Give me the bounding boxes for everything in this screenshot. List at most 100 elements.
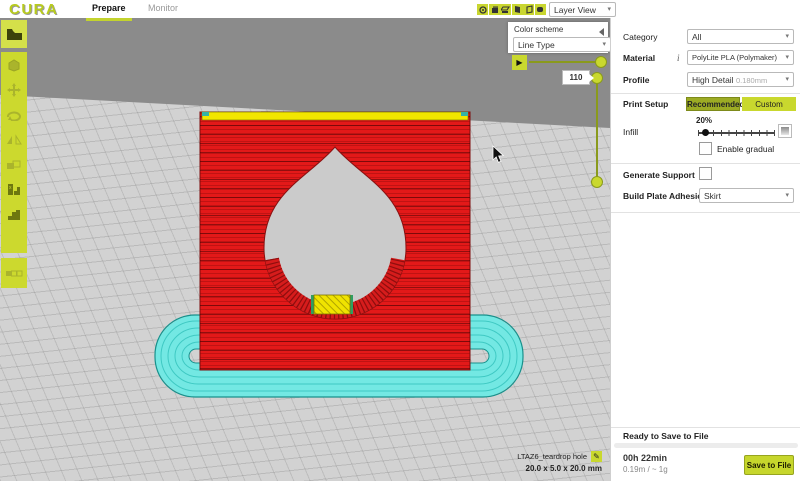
play-button[interactable]: ▶ — [512, 55, 527, 70]
move-arrows-icon — [6, 82, 22, 98]
top-corner-right — [461, 112, 468, 116]
toolbar-group-open — [1, 20, 27, 48]
view-right-icon[interactable] — [523, 4, 534, 15]
generate-support-label: Generate Support — [623, 170, 695, 180]
view-front-icon[interactable] — [489, 4, 500, 15]
gradual-infill-steps-button[interactable] — [778, 124, 792, 138]
adhesion-dropdown[interactable]: Skirt ▾ — [699, 188, 794, 203]
infill-track-line — [698, 132, 775, 134]
divider — [611, 427, 800, 428]
model-dimensions: 20.0 x 5.0 x 20.0 mm — [526, 464, 603, 473]
layer-value: 110 — [570, 73, 583, 82]
chevron-down-icon: ▾ — [602, 41, 606, 48]
color-scheme-dropdown[interactable]: Line Type ▾ — [513, 37, 610, 52]
top-corner-left — [202, 112, 209, 116]
material-label: Material — [623, 53, 655, 63]
mirror-icon — [6, 134, 22, 146]
per-model-settings-button[interactable] — [1, 152, 27, 177]
chevron-down-icon: ▾ — [785, 33, 789, 40]
view-mode-dropdown[interactable]: Layer View ▾ — [549, 2, 616, 17]
view-left-icon[interactable] — [512, 4, 523, 15]
category-dropdown[interactable]: All ▾ — [687, 29, 794, 44]
tab-monitor-label: Monitor — [148, 3, 178, 13]
rotate-tool-button[interactable] — [1, 102, 27, 127]
mode-custom-button[interactable]: Custom — [742, 97, 796, 111]
folder-icon — [6, 27, 23, 41]
save-to-file-button[interactable]: Save to File — [744, 455, 794, 475]
settings-sidebar: LulzBot TAZ 6 i i ▾ Category All ▾ Mater… — [610, 0, 800, 481]
view-mode-value: Layer View — [554, 5, 596, 15]
slice-status: Ready to Save to File — [623, 431, 709, 441]
model-teardrop-block[interactable] — [200, 112, 470, 370]
collapse-arrow-icon[interactable] — [599, 28, 604, 36]
three-boxes-icon — [5, 268, 23, 278]
view-top-icon[interactable] — [500, 4, 511, 15]
tab-prepare-label: Prepare — [92, 3, 126, 13]
material-info-icon[interactable]: i — [677, 53, 680, 63]
profile-dropdown[interactable]: High Detail 0.180mm ▾ — [687, 72, 794, 87]
tab-monitor[interactable]: Monitor — [142, 0, 184, 18]
enable-gradual-checkbox[interactable] — [699, 142, 712, 155]
model-name: LTAZ6_teardrop hole — [517, 452, 587, 461]
view-bottom-icon[interactable] — [535, 4, 546, 15]
infill-slider-handle[interactable] — [702, 129, 709, 136]
open-file-button[interactable] — [1, 20, 27, 48]
color-scheme-panel: Color scheme Line Type ▾ — [508, 22, 608, 53]
tab-prepare[interactable]: Prepare — [86, 0, 132, 21]
print-setup-label: Print Setup — [623, 99, 668, 109]
profile-label: Profile — [623, 75, 649, 85]
support-blocker-button[interactable]: x — [1, 177, 27, 202]
scene-canvas — [0, 18, 610, 481]
rotate-icon — [6, 109, 22, 121]
chevron-down-icon: ▾ — [785, 76, 789, 83]
adhesion-value: Skirt — [704, 191, 721, 201]
mode-custom-label: Custom — [755, 100, 783, 109]
layer-steps-button[interactable] — [1, 202, 27, 227]
steps-x-icon: x — [7, 183, 21, 196]
select-tool-button[interactable] — [1, 52, 27, 77]
mode-recommended-label: Recommended — [687, 100, 744, 109]
hole-bottom-skin — [314, 295, 350, 314]
layer-slider-track[interactable] — [596, 76, 598, 182]
color-scheme-value: Line Type — [518, 40, 555, 50]
view-3d-icon[interactable] — [477, 4, 488, 15]
chevron-down-icon: ▾ — [785, 192, 789, 199]
toolbar-group-tools: x — [1, 52, 27, 253]
enable-gradual-label: Enable gradual — [717, 144, 774, 154]
move-tool-button[interactable] — [1, 77, 27, 102]
layer-slider-bottom-handle[interactable] — [591, 176, 603, 188]
play-icon: ▶ — [516, 58, 522, 67]
category-label: Category — [623, 32, 658, 42]
pencil-icon: ✎ — [593, 452, 600, 461]
infill-slider[interactable] — [698, 129, 775, 137]
material-estimate: 0.19m / ~ 1g — [623, 465, 668, 474]
cura-logo: CURA — [9, 1, 58, 18]
top-bar: CURA Prepare Monitor Layer View ▾ — [0, 0, 800, 18]
3d-viewport[interactable]: Color scheme Line Type ▾ ▶ 110 LTAZ6_tea… — [0, 18, 610, 481]
mirror-tool-button[interactable] — [1, 127, 27, 152]
simulation-slider-handle[interactable] — [595, 56, 607, 68]
generate-support-checkbox[interactable] — [699, 167, 712, 180]
rename-model-button[interactable]: ✎ — [591, 451, 602, 462]
toolbar-group-arrange — [1, 258, 27, 288]
divider — [611, 93, 800, 94]
material-value: PolyLite PLA (Polymaker) — [692, 53, 777, 62]
two-boxes-icon — [6, 159, 22, 171]
profile-hint: 0.180mm — [736, 76, 767, 85]
infill-label: Infill — [623, 127, 638, 137]
chevron-down-icon: ▾ — [785, 54, 789, 61]
steps-icon — [7, 209, 21, 221]
category-value: All — [692, 32, 701, 42]
simulation-slider-track[interactable] — [529, 61, 598, 63]
color-scheme-label: Color scheme — [514, 25, 563, 34]
profile-value: High Detail — [692, 75, 734, 85]
arrange-models-button[interactable] — [1, 258, 27, 288]
mode-recommended-button[interactable]: Recommended — [686, 97, 740, 111]
divider — [611, 212, 800, 213]
mouse-cursor — [493, 146, 503, 162]
gradient-icon — [781, 127, 789, 135]
infill-value: 20% — [696, 116, 712, 125]
print-time-estimate: 00h 22min — [623, 453, 667, 463]
material-dropdown[interactable]: PolyLite PLA (Polymaker) ▾ — [687, 50, 794, 65]
layer-value-tooltip: 110 — [562, 70, 590, 85]
